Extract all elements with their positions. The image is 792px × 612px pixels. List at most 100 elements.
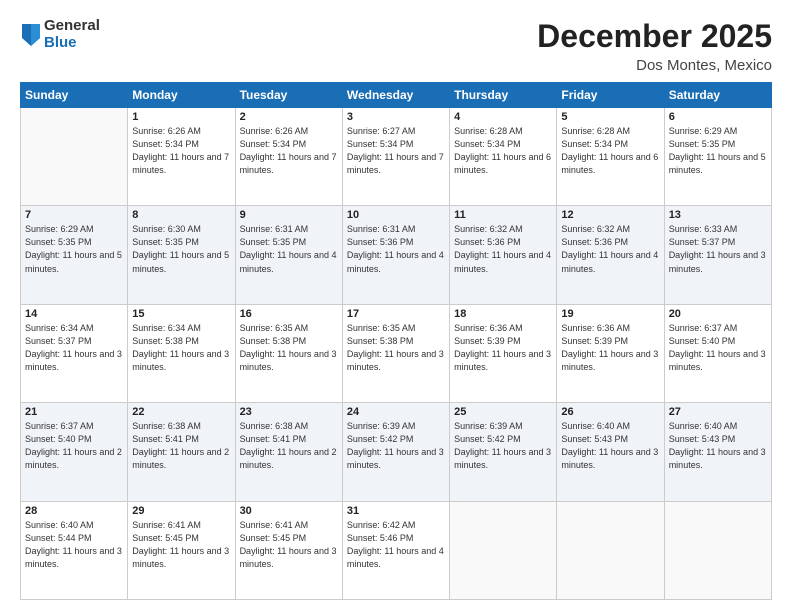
day-info: Sunrise: 6:36 AMSunset: 5:39 PMDaylight:… [454,322,552,374]
day-info: Sunrise: 6:37 AMSunset: 5:40 PMDaylight:… [669,322,767,374]
day-number: 11 [454,209,552,221]
day-info: Sunrise: 6:30 AMSunset: 5:35 PMDaylight:… [132,223,230,275]
day-number: 15 [132,308,230,320]
day-number: 22 [132,406,230,418]
calendar-cell: 14 Sunrise: 6:34 AMSunset: 5:37 PMDayligh… [21,304,128,402]
calendar-cell: 26 Sunrise: 6:40 AMSunset: 5:43 PMDayligh… [557,403,664,501]
weekday-header: Monday [128,83,235,108]
day-info: Sunrise: 6:34 AMSunset: 5:38 PMDaylight:… [132,322,230,374]
calendar-week-row: 7 Sunrise: 6:29 AMSunset: 5:35 PMDaylight… [21,206,772,304]
day-number: 23 [240,406,338,418]
day-info: Sunrise: 6:38 AMSunset: 5:41 PMDaylight:… [240,420,338,472]
calendar-cell: 29 Sunrise: 6:41 AMSunset: 5:45 PMDayligh… [128,501,235,599]
day-info: Sunrise: 6:35 AMSunset: 5:38 PMDaylight:… [240,322,338,374]
day-number: 19 [561,308,659,320]
day-number: 28 [25,505,123,517]
day-info: Sunrise: 6:27 AMSunset: 5:34 PMDaylight:… [347,125,445,177]
logo-text: General Blue [44,18,100,51]
logo-blue: Blue [44,35,100,52]
calendar-cell: 20 Sunrise: 6:37 AMSunset: 5:40 PMDayligh… [664,304,771,402]
calendar-cell: 19 Sunrise: 6:36 AMSunset: 5:39 PMDayligh… [557,304,664,402]
day-number: 6 [669,111,767,123]
day-info: Sunrise: 6:29 AMSunset: 5:35 PMDaylight:… [25,223,123,275]
location: Dos Montes, Mexico [537,57,772,74]
day-info: Sunrise: 6:32 AMSunset: 5:36 PMDaylight:… [561,223,659,275]
calendar-cell: 7 Sunrise: 6:29 AMSunset: 5:35 PMDaylight… [21,206,128,304]
calendar-cell: 24Sunrise: 6:39 AMSunset: 5:42 PMDayligh… [342,403,449,501]
day-info: Sunrise: 6:39 AMSunset: 5:42 PMDaylight:… [454,420,552,472]
calendar-cell [21,108,128,206]
day-info: Sunrise: 6:28 AMSunset: 5:34 PMDaylight:… [561,125,659,177]
day-number: 1 [132,111,230,123]
weekday-header: Sunday [21,83,128,108]
calendar-cell: 16Sunrise: 6:35 AMSunset: 5:38 PMDayligh… [235,304,342,402]
title-block: December 2025 Dos Montes, Mexico [537,18,772,74]
weekday-header: Friday [557,83,664,108]
day-info: Sunrise: 6:42 AMSunset: 5:46 PMDaylight:… [347,519,445,571]
calendar-cell: 2Sunrise: 6:26 AMSunset: 5:34 PMDaylight… [235,108,342,206]
day-number: 20 [669,308,767,320]
day-number: 27 [669,406,767,418]
calendar-week-row: 21Sunrise: 6:37 AMSunset: 5:40 PMDayligh… [21,403,772,501]
day-number: 26 [561,406,659,418]
calendar-cell: 13 Sunrise: 6:33 AMSunset: 5:37 PMDayligh… [664,206,771,304]
day-number: 29 [132,505,230,517]
calendar-cell: 21Sunrise: 6:37 AMSunset: 5:40 PMDayligh… [21,403,128,501]
day-info: Sunrise: 6:40 AMSunset: 5:44 PMDaylight:… [25,519,123,571]
day-number: 8 [132,209,230,221]
day-info: Sunrise: 6:31 AMSunset: 5:36 PMDaylight:… [347,223,445,275]
calendar-cell: 23 Sunrise: 6:38 AMSunset: 5:41 PMDayligh… [235,403,342,501]
day-info: Sunrise: 6:26 AMSunset: 5:34 PMDaylight:… [132,125,230,177]
day-info: Sunrise: 6:41 AMSunset: 5:45 PMDaylight:… [240,519,338,571]
logo-general: General [44,18,100,35]
calendar-week-row: 1 Sunrise: 6:26 AMSunset: 5:34 PMDaylight… [21,108,772,206]
calendar-cell: 4 Sunrise: 6:28 AMSunset: 5:34 PMDaylight… [450,108,557,206]
calendar-table: SundayMondayTuesdayWednesdayThursdayFrid… [20,82,772,600]
calendar-cell: 22Sunrise: 6:38 AMSunset: 5:41 PMDayligh… [128,403,235,501]
calendar-cell: 28 Sunrise: 6:40 AMSunset: 5:44 PMDayligh… [21,501,128,599]
calendar-cell: 30 Sunrise: 6:41 AMSunset: 5:45 PMDayligh… [235,501,342,599]
day-info: Sunrise: 6:36 AMSunset: 5:39 PMDaylight:… [561,322,659,374]
header: General Blue December 2025 Dos Montes, M… [20,18,772,74]
calendar-cell: 1 Sunrise: 6:26 AMSunset: 5:34 PMDaylight… [128,108,235,206]
calendar-cell: 17Sunrise: 6:35 AMSunset: 5:38 PMDayligh… [342,304,449,402]
weekday-header: Wednesday [342,83,449,108]
calendar-cell: 12Sunrise: 6:32 AMSunset: 5:36 PMDayligh… [557,206,664,304]
day-number: 7 [25,209,123,221]
calendar-cell: 8 Sunrise: 6:30 AMSunset: 5:35 PMDaylight… [128,206,235,304]
day-info: Sunrise: 6:34 AMSunset: 5:37 PMDaylight:… [25,322,123,374]
day-number: 30 [240,505,338,517]
day-info: Sunrise: 6:28 AMSunset: 5:34 PMDaylight:… [454,125,552,177]
day-info: Sunrise: 6:40 AMSunset: 5:43 PMDaylight:… [561,420,659,472]
day-info: Sunrise: 6:31 AMSunset: 5:35 PMDaylight:… [240,223,338,275]
calendar-cell: 6Sunrise: 6:29 AMSunset: 5:35 PMDaylight… [664,108,771,206]
day-info: Sunrise: 6:39 AMSunset: 5:42 PMDaylight:… [347,420,445,472]
day-number: 4 [454,111,552,123]
day-info: Sunrise: 6:41 AMSunset: 5:45 PMDaylight:… [132,519,230,571]
logo-icon [22,24,40,46]
day-info: Sunrise: 6:26 AMSunset: 5:34 PMDaylight:… [240,125,338,177]
day-number: 18 [454,308,552,320]
calendar-cell [450,501,557,599]
day-info: Sunrise: 6:40 AMSunset: 5:43 PMDaylight:… [669,420,767,472]
calendar-cell: 3 Sunrise: 6:27 AMSunset: 5:34 PMDaylight… [342,108,449,206]
calendar-cell: 15 Sunrise: 6:34 AMSunset: 5:38 PMDayligh… [128,304,235,402]
day-number: 14 [25,308,123,320]
month-title: December 2025 [537,18,772,55]
logo: General Blue [20,18,100,51]
day-number: 3 [347,111,445,123]
calendar-cell: 10Sunrise: 6:31 AMSunset: 5:36 PMDayligh… [342,206,449,304]
day-info: Sunrise: 6:33 AMSunset: 5:37 PMDaylight:… [669,223,767,275]
calendar-cell: 31Sunrise: 6:42 AMSunset: 5:46 PMDayligh… [342,501,449,599]
page: General Blue December 2025 Dos Montes, M… [0,0,792,612]
calendar-cell: 25Sunrise: 6:39 AMSunset: 5:42 PMDayligh… [450,403,557,501]
calendar-cell: 18 Sunrise: 6:36 AMSunset: 5:39 PMDayligh… [450,304,557,402]
calendar-cell: 5 Sunrise: 6:28 AMSunset: 5:34 PMDaylight… [557,108,664,206]
day-number: 13 [669,209,767,221]
calendar-cell [664,501,771,599]
calendar-cell: 9 Sunrise: 6:31 AMSunset: 5:35 PMDaylight… [235,206,342,304]
day-number: 9 [240,209,338,221]
day-number: 5 [561,111,659,123]
day-info: Sunrise: 6:35 AMSunset: 5:38 PMDaylight:… [347,322,445,374]
day-number: 21 [25,406,123,418]
